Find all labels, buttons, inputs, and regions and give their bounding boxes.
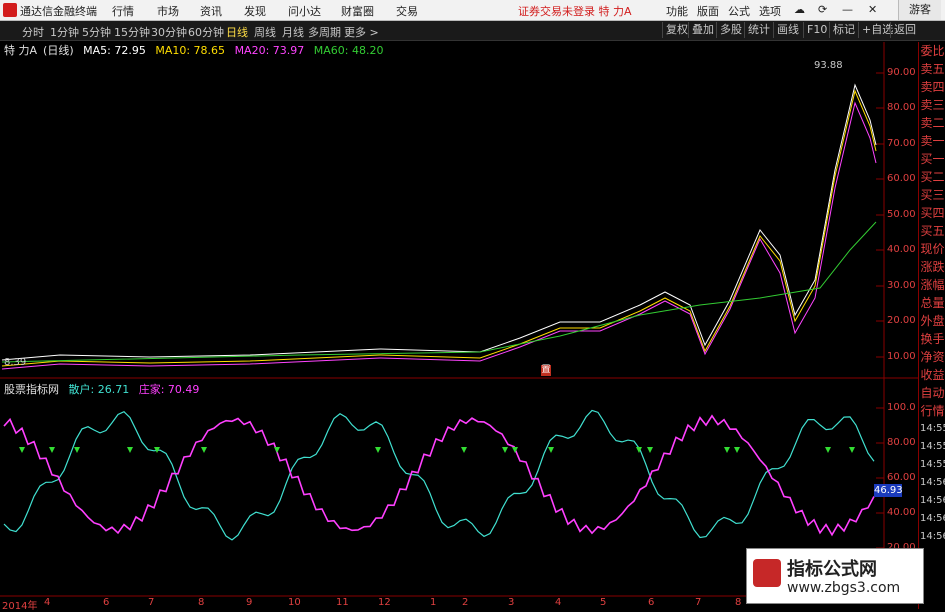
watermark-box: 指标公式网 www.zbgs3.com <box>746 548 924 604</box>
price-tick: 10.00 <box>887 351 916 362</box>
signal-marker <box>274 447 280 453</box>
price-tick: 30.00 <box>887 280 916 291</box>
indicator-tick: 40.00 <box>887 507 916 518</box>
side-item: 买二 <box>920 170 945 184</box>
side-item: 净资 <box>920 350 945 364</box>
price-tick: 80.00 <box>887 102 916 113</box>
watermark-url: www.zbgs3.com <box>787 580 901 596</box>
side-item: 收益 <box>920 368 945 382</box>
current-value-badge: 46.93 <box>874 484 903 497</box>
indicator-title: 股票指标网 <box>4 383 59 396</box>
side-item[interactable]: 行情 <box>919 402 945 420</box>
date-tick: 9 <box>246 597 253 608</box>
price-tick: 90.00 <box>887 67 916 78</box>
side-item[interactable]: 自动 <box>919 384 945 402</box>
quote-side-panel: 委比 卖五 卖四 卖三 卖二 卖一 买一 买二 买三 买四 买五 现价 涨跌 涨… <box>918 42 945 609</box>
side-item: 外盘 <box>920 314 945 328</box>
price-tick: 70.00 <box>887 138 916 149</box>
signal-marker <box>548 447 554 453</box>
price-tick: 40.00 <box>887 244 916 255</box>
date-tick: 5 <box>600 597 607 608</box>
signal-marker <box>19 447 25 453</box>
date-tick: 8 <box>735 597 742 608</box>
indicator-tick: 100.0 <box>887 402 916 413</box>
signal-marker <box>825 447 831 453</box>
signal-marker <box>724 447 730 453</box>
side-item: 总量 <box>920 296 945 310</box>
signal-marker <box>375 447 381 453</box>
date-tick: 7 <box>695 597 702 608</box>
date-tick: 4 <box>44 597 51 608</box>
time-item: 14:56 <box>920 477 945 488</box>
date-tick: 1 <box>430 597 437 608</box>
side-item: 买三 <box>920 188 945 202</box>
date-tick: 8 <box>198 597 205 608</box>
date-tick: 4 <box>555 597 562 608</box>
indicator-tick: 60.00 <box>887 472 916 483</box>
side-item: 委比 <box>920 44 945 58</box>
retail-label: 散户: 26.71 <box>68 383 130 396</box>
watermark-title: 指标公式网 <box>787 559 877 580</box>
price-tick: 50.00 <box>887 209 916 220</box>
side-item: 卖四 <box>920 80 945 94</box>
side-item: 现价 <box>920 242 945 256</box>
price-tick: 20.00 <box>887 315 916 326</box>
time-item: 14:56 <box>920 495 945 506</box>
side-item: 买五 <box>920 224 945 238</box>
side-item: 买四 <box>920 206 945 220</box>
time-item: 14:56 <box>920 513 945 524</box>
high-price-label: 93.88 <box>814 60 843 71</box>
time-item: 14:55 <box>920 423 945 434</box>
date-tick: 11 <box>336 597 349 608</box>
ma10-line <box>1 89 877 367</box>
dealer-label: 庄家: 70.49 <box>138 383 200 396</box>
signal-marker <box>734 447 740 453</box>
side-item: 涨跌 <box>920 260 945 274</box>
time-item: 14:55 <box>920 441 945 452</box>
side-item: 换手 <box>920 332 945 346</box>
side-item: 卖二 <box>920 116 945 130</box>
date-tick: 3 <box>508 597 515 608</box>
signal-marker <box>49 447 55 453</box>
time-item: 14:55 <box>920 459 945 470</box>
signal-marker <box>74 447 80 453</box>
signal-marker <box>647 447 653 453</box>
low-price-label: 8.39 <box>4 357 27 368</box>
date-tick: 6 <box>103 597 110 608</box>
side-item: 卖三 <box>920 98 945 112</box>
date-tick: 7 <box>148 597 155 608</box>
time-item: 14:56 <box>920 531 945 542</box>
ma60-line <box>1 221 877 363</box>
side-item: 卖一 <box>920 134 945 148</box>
date-tick: 2014年 <box>2 601 38 612</box>
side-item: 买一 <box>920 152 945 166</box>
signal-marker <box>201 447 207 453</box>
date-tick: 10 <box>288 597 301 608</box>
watermark-logo-icon <box>753 559 781 587</box>
price-tick: 60.00 <box>887 173 916 184</box>
price-chart[interactable] <box>0 0 945 609</box>
signal-marker <box>502 447 508 453</box>
indicator-tick: 80.00 <box>887 437 916 448</box>
ma20-line <box>1 101 877 370</box>
side-item: 涨幅 <box>920 278 945 292</box>
event-marker[interactable]: 置 <box>541 365 551 376</box>
date-tick: 2 <box>462 597 469 608</box>
date-tick: 6 <box>648 597 655 608</box>
signal-marker <box>849 447 855 453</box>
side-item: 卖五 <box>920 62 945 76</box>
indicator-legend: 股票指标网 散户: 26.71 庄家: 70.49 <box>4 381 205 397</box>
signal-marker <box>461 447 467 453</box>
date-tick: 12 <box>378 597 391 608</box>
ma5-line <box>1 83 877 361</box>
signal-marker <box>127 447 133 453</box>
